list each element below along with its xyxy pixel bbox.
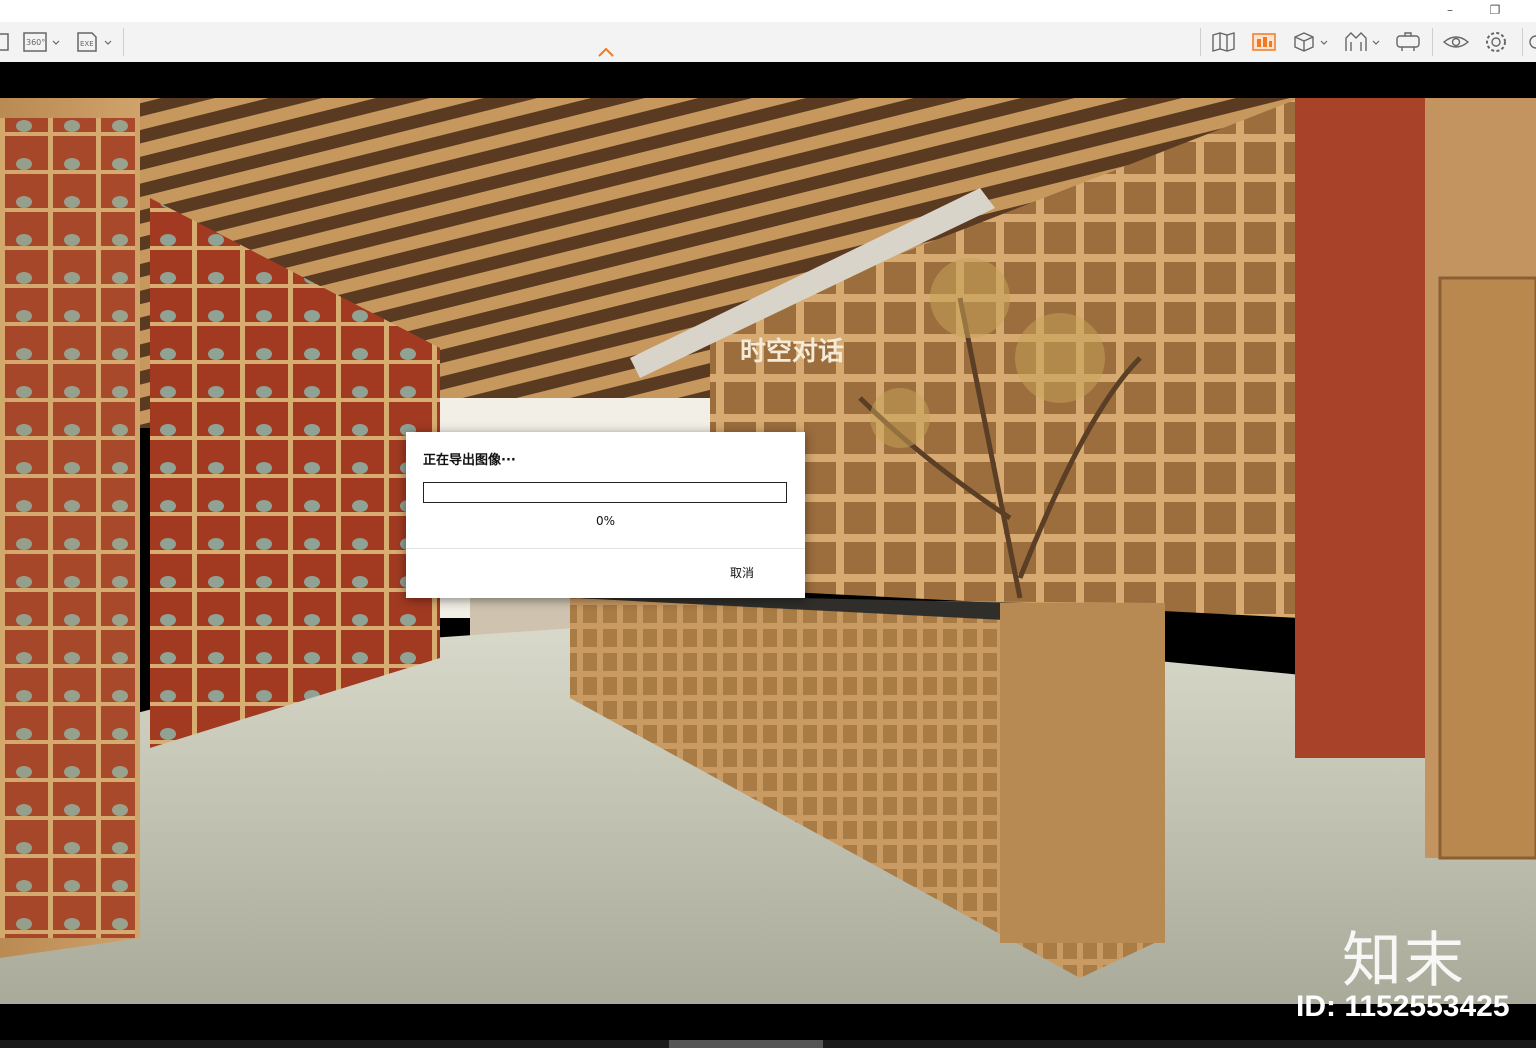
- restore-button[interactable]: ❐: [1486, 2, 1504, 18]
- chevron-down-icon: [1372, 40, 1380, 45]
- gear-icon: [1486, 32, 1506, 52]
- cube-icon: [1294, 32, 1314, 52]
- image-gallery-icon: [1252, 33, 1276, 51]
- toolbar-separator: [1522, 28, 1523, 56]
- export-progress-dialog: 正在导出图像··· 0% 取消: [406, 432, 805, 598]
- vr-headset-button[interactable]: [1394, 30, 1422, 54]
- walkthrough-button[interactable]: [1342, 30, 1380, 54]
- svg-text:EXE: EXE: [80, 40, 94, 48]
- vr-headset-icon: [1396, 32, 1420, 51]
- toolbar-separator: [1200, 28, 1201, 56]
- watermark-id: ID: 1152553425: [1296, 990, 1510, 1023]
- minimize-button[interactable]: –: [1441, 2, 1459, 18]
- more-icon: [1529, 35, 1536, 49]
- chevron-down-icon: [104, 40, 112, 45]
- panorama-360-icon: 360°: [23, 32, 47, 52]
- collapse-chevron-icon[interactable]: [597, 46, 615, 58]
- toolbar-separator: [1432, 28, 1433, 56]
- svg-text:360°: 360°: [26, 38, 45, 47]
- export-exe-button[interactable]: EXE: [74, 30, 112, 54]
- progress-percent-label: 0%: [595, 514, 616, 528]
- copy-button[interactable]: [0, 30, 10, 54]
- export-exe-icon: EXE: [77, 32, 97, 52]
- dialog-divider: [406, 548, 805, 549]
- dialog-title: 正在导出图像···: [423, 453, 516, 468]
- cube-button[interactable]: [1290, 30, 1328, 54]
- cancel-button[interactable]: 取消: [730, 564, 754, 581]
- export-progress-bar: [423, 482, 787, 503]
- panorama-360-button[interactable]: 360°: [22, 30, 60, 54]
- copy-icon: [0, 33, 9, 51]
- map-icon: [1212, 32, 1235, 52]
- walkthrough-icon: [1345, 32, 1367, 51]
- title-bar: – ❐: [0, 0, 1536, 22]
- watermark-brand: 知末: [1342, 926, 1466, 996]
- chevron-down-icon: [52, 40, 60, 45]
- chevron-down-icon: [1320, 40, 1328, 45]
- image-gallery-button[interactable]: [1250, 30, 1278, 54]
- more-button[interactable]: [1528, 30, 1536, 54]
- render-viewport[interactable]: 时空对话 正在导出图像··· 0% 取消 知末 ID: 1152553425: [0, 62, 1536, 1048]
- eye-icon: [1442, 36, 1470, 48]
- settings-button[interactable]: [1482, 30, 1510, 54]
- shop-sign: 时空对话: [740, 336, 844, 367]
- toolbar: 360° EXE: [0, 22, 1536, 63]
- toolbar-separator: [123, 28, 124, 56]
- horizontal-scrollbar-thumb[interactable]: [669, 1040, 823, 1048]
- map-button[interactable]: [1210, 30, 1238, 54]
- eye-button[interactable]: [1442, 30, 1470, 54]
